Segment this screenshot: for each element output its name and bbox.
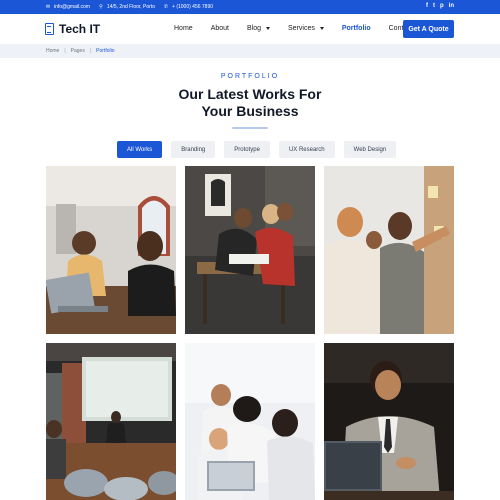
- facebook-icon[interactable]: f: [426, 3, 428, 10]
- portfolio-photo: [185, 166, 315, 334]
- breadcrumb-separator: |: [89, 48, 92, 54]
- nav-portfolio[interactable]: Portfolio: [342, 25, 371, 32]
- portfolio-item[interactable]: [324, 166, 454, 334]
- map-pin-icon: ⚲: [99, 3, 103, 10]
- chevron-down-icon: [319, 27, 324, 30]
- chevron-down-icon: [266, 27, 270, 30]
- nav-portfolio-label: Portfolio: [341, 25, 371, 32]
- portfolio-item[interactable]: [185, 166, 315, 334]
- nav-services-label: Services: [288, 25, 315, 32]
- nav-blog[interactable]: Blog: [247, 25, 270, 32]
- heading-underline: [232, 127, 268, 129]
- get-a-quote-button[interactable]: Get A Quote: [403, 20, 454, 38]
- breadcrumb-home[interactable]: Home: [46, 48, 59, 54]
- filter-all-works[interactable]: All Works: [117, 141, 163, 158]
- section-eyebrow: PORTFOLIO: [220, 73, 280, 80]
- portfolio-photo: [46, 343, 176, 500]
- portfolio-item[interactable]: [46, 166, 176, 334]
- portfolio-photo: [324, 343, 454, 500]
- breadcrumb-pages[interactable]: Pages: [71, 48, 85, 54]
- nav-blog-label: Blog: [246, 25, 261, 32]
- contact-info: ✉ info@gmail.com ⚲ 14/5, 2nd Floor, Port…: [45, 4, 213, 10]
- logo[interactable]: Tech IT: [45, 22, 100, 36]
- main-nav: Home About Blog Services Portfolio Conta…: [174, 25, 431, 32]
- portfolio-photo: [324, 166, 454, 334]
- portfolio-item[interactable]: [46, 343, 176, 500]
- section-heading: Our Latest Works For Your Business: [150, 86, 350, 120]
- email-contact[interactable]: ✉ info@gmail.com: [45, 4, 90, 10]
- phone-text: + (1000) 456 7890: [172, 4, 214, 10]
- twitter-icon[interactable]: t: [433, 3, 435, 10]
- email-text: info@gmail.com: [54, 4, 90, 10]
- pinterest-icon[interactable]: p: [440, 3, 444, 10]
- breadcrumb-bar: Home | Pages | Portfolio: [0, 44, 500, 58]
- portfolio-photo: [185, 343, 315, 500]
- heading-line-2: Your Business: [201, 103, 299, 119]
- phone-contact[interactable]: ✆ + (1000) 456 7890: [163, 4, 213, 10]
- logo-text: Tech IT: [59, 22, 101, 36]
- linkedin-icon[interactable]: in: [449, 3, 454, 10]
- nav-home-label: Home: [174, 25, 193, 32]
- mail-icon: ✉: [45, 3, 51, 10]
- breadcrumb-separator: |: [64, 48, 66, 54]
- nav-services[interactable]: Services: [288, 25, 324, 32]
- address-contact: ⚲ 14/5, 2nd Floor, Porto: [98, 4, 155, 10]
- phone-icon: ✆: [163, 3, 169, 10]
- breadcrumb-current: Portfolio: [96, 48, 115, 54]
- filter-web-design[interactable]: Web Design: [343, 141, 397, 158]
- portfolio-photo: [46, 166, 176, 334]
- social-links: f t p in: [426, 3, 454, 10]
- portfolio-item[interactable]: [185, 343, 315, 500]
- site-header: Tech IT Home About Blog Services Portfol…: [0, 14, 500, 44]
- portfolio-filters: All Works Branding Prototype UX Research…: [117, 141, 397, 158]
- top-bar: ✉ info@gmail.com ⚲ 14/5, 2nd Floor, Port…: [0, 0, 500, 14]
- portfolio-item[interactable]: [324, 343, 454, 500]
- logo-icon: [45, 23, 54, 35]
- filter-prototype[interactable]: Prototype: [224, 141, 270, 158]
- address-text: 14/5, 2nd Floor, Porto: [106, 4, 156, 10]
- nav-about-label: About: [210, 25, 229, 32]
- filter-ux-research[interactable]: UX Research: [278, 141, 335, 158]
- nav-about[interactable]: About: [211, 25, 229, 32]
- filter-branding[interactable]: Branding: [171, 141, 216, 158]
- nav-home[interactable]: Home: [174, 25, 193, 32]
- heading-line-1: Our Latest Works For: [178, 86, 322, 102]
- breadcrumb: Home | Pages | Portfolio: [46, 48, 115, 54]
